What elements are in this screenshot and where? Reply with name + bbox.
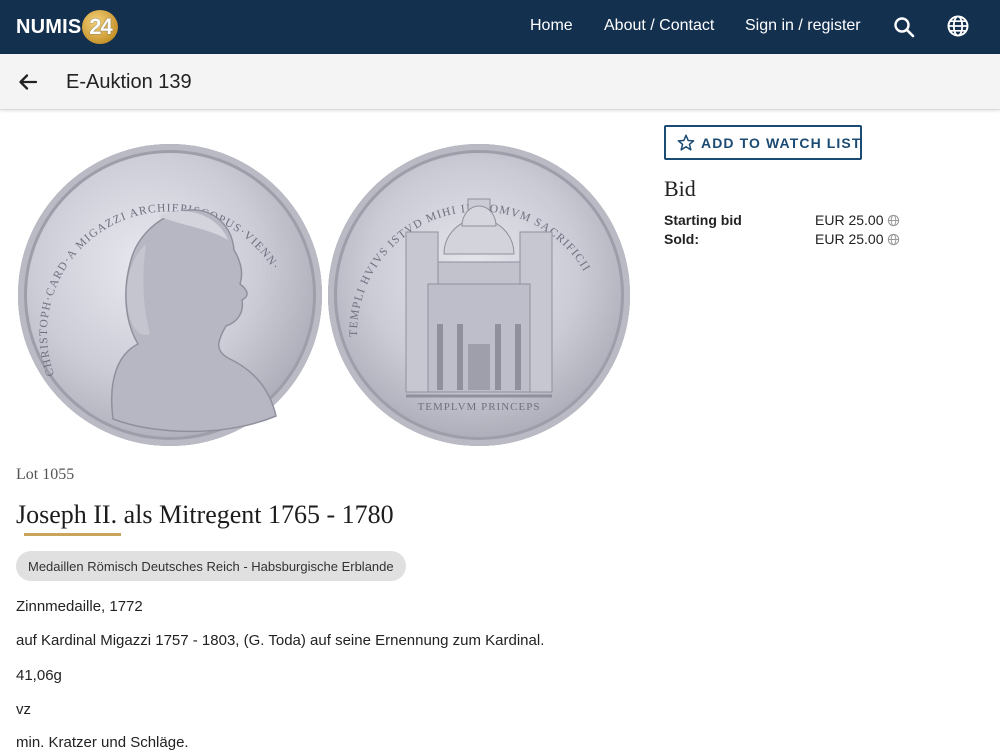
sub-header: E-Auktion 139 bbox=[0, 54, 1000, 110]
lot-title: Joseph II. als Mitregent 1765 - 1780 bbox=[16, 500, 394, 529]
lot-number: Lot 1055 bbox=[16, 466, 75, 483]
currency-globe-icon[interactable] bbox=[887, 214, 900, 227]
bid-heading: Bid bbox=[664, 176, 696, 201]
page-title: E-Auktion 139 bbox=[66, 71, 192, 93]
description-line: auf Kardinal Migazzi 1757 - 1803, (G. To… bbox=[16, 632, 545, 649]
logo-text: NUMIS bbox=[16, 15, 82, 38]
top-navigation-bar: NUMIS 24 Home About / Contact Sign in / … bbox=[0, 0, 1000, 54]
numis24-logo[interactable]: NUMIS 24 bbox=[16, 10, 119, 44]
add-to-watch-list-button[interactable]: ADD TO WATCH LIST bbox=[664, 125, 862, 160]
sold-amount: EUR 25.00 bbox=[815, 231, 884, 247]
watch-list-label: ADD TO WATCH LIST bbox=[701, 135, 862, 151]
description-line: Zinnmedaille, 1772 bbox=[16, 598, 143, 615]
logo-badge: 24 bbox=[82, 10, 119, 44]
starting-bid-amount: EUR 25.00 bbox=[815, 212, 884, 228]
reverse-exergue-inscription: TEMPLVM PRINCEPS bbox=[418, 401, 541, 413]
star-icon bbox=[676, 133, 696, 153]
arrow-left-icon[interactable] bbox=[16, 70, 40, 94]
nav-link-home[interactable]: Home bbox=[530, 17, 573, 35]
description-line: 41,06g bbox=[16, 667, 62, 684]
category-chip[interactable]: Medaillen Römisch Deutsches Reich - Habs… bbox=[16, 551, 406, 581]
nav-link-sign-in-register[interactable]: Sign in / register bbox=[745, 17, 861, 35]
title-underline bbox=[24, 533, 121, 536]
logo-badge-number: 24 bbox=[89, 14, 113, 39]
starting-bid-value: EUR 25.00 bbox=[815, 212, 900, 228]
globe-icon[interactable] bbox=[946, 14, 970, 38]
nav-link-about-contact[interactable]: About / Contact bbox=[604, 17, 714, 35]
sold-value: EUR 25.00 bbox=[815, 231, 900, 247]
search-icon[interactable] bbox=[892, 15, 916, 39]
currency-globe-icon[interactable] bbox=[887, 233, 900, 246]
coin-reverse-image[interactable]: TEMPLI HVIVS ISTVD MIHI IN DOMVM SACRIFI… bbox=[328, 144, 630, 446]
starting-bid-label: Starting bid bbox=[664, 212, 742, 228]
description-line: min. Kratzer und Schläge. bbox=[16, 734, 189, 750]
sold-label: Sold: bbox=[664, 231, 699, 247]
description-line: vz bbox=[16, 701, 31, 718]
coin-obverse-image[interactable]: CHRISTOPH·CARD·A MIGAZZI ARCHIEPISCOPUS·… bbox=[18, 144, 322, 446]
